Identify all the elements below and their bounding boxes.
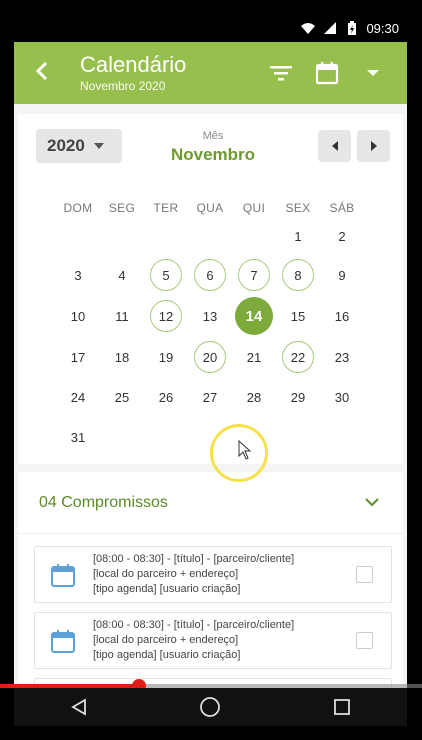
app-bar-titles: Calendário Novembro 2020 — [70, 52, 269, 94]
calendar-day[interactable]: 24 — [62, 381, 94, 413]
calendar-day[interactable]: 22 — [282, 341, 314, 373]
nav-home-icon[interactable] — [199, 696, 221, 718]
calendar-day[interactable]: 7 — [238, 259, 270, 291]
signal-icon — [324, 22, 337, 34]
back-arrow-icon[interactable] — [14, 58, 70, 88]
status-time: 09:30 — [366, 20, 399, 36]
calendar-day[interactable]: 21 — [238, 341, 270, 373]
calendar-day[interactable]: 13 — [194, 300, 226, 332]
android-nav-bar — [14, 688, 407, 726]
agenda-item-line3: [tipo agenda] [usuario criação] — [93, 649, 241, 661]
agenda-item-line1: [08:00 - 08:30] - [título] - [parceiro/c… — [93, 619, 295, 631]
agenda-item-line3: [tipo agenda] [usuario criação] — [93, 583, 241, 595]
calendar-day[interactable]: 6 — [194, 259, 226, 291]
calendar-icon — [51, 563, 75, 587]
agenda-item[interactable]: [08:00 - 08:30] - [título] - [parceiro/c… — [34, 546, 392, 603]
phone-screen: 09:30 Calendário Novembro 2020 2020 Mês … — [14, 14, 407, 726]
calendar-icon[interactable] — [315, 61, 339, 85]
agenda-item-text: [08:00 - 08:30] - [título] - [parceiro/c… — [93, 552, 356, 597]
agenda-item-text: [08:00 - 08:30] - [título] - [parceiro/c… — [93, 618, 356, 663]
calendar-day[interactable]: 23 — [326, 341, 358, 373]
calendar-day[interactable]: 26 — [150, 381, 182, 413]
page-title: Calendário — [80, 52, 187, 77]
agenda-item-line1: [08:00 - 08:30] - [título] - [parceiro/c… — [93, 553, 295, 565]
calendar-day[interactable]: 1 — [282, 220, 314, 252]
dropdown-caret-icon[interactable] — [361, 61, 385, 85]
calendar-day[interactable]: 4 — [106, 259, 138, 291]
calendar-day[interactable]: 2 — [326, 220, 358, 252]
agenda-item-line2: [local do parceiro + endereço] — [93, 568, 239, 580]
calendar-day[interactable]: 19 — [150, 341, 182, 373]
calendar-day[interactable]: 25 — [106, 381, 138, 413]
agenda-item-checkbox[interactable] — [356, 632, 373, 649]
calendar-day[interactable]: 16 — [326, 300, 358, 332]
wifi-icon — [301, 23, 316, 34]
app-bar-actions — [269, 61, 407, 85]
calendar-day[interactable]: 17 — [62, 341, 94, 373]
calendar-day[interactable]: 30 — [326, 381, 358, 413]
calendar-day[interactable]: 8 — [282, 259, 314, 291]
status-bar: 09:30 — [14, 14, 407, 42]
calendar-day[interactable]: 28 — [238, 381, 270, 413]
agenda-header[interactable]: 04 Compromissos — [18, 472, 403, 534]
calendar-day[interactable]: 5 — [150, 259, 182, 291]
filter-icon[interactable] — [269, 61, 293, 85]
agenda-item-checkbox[interactable] — [356, 566, 373, 583]
calendar-day[interactable]: 29 — [282, 381, 314, 413]
calendar-day[interactable]: 15 — [282, 300, 314, 332]
agenda-item-line2: [local do parceiro + endereço] — [93, 634, 239, 646]
calendar-day[interactable]: 12 — [150, 300, 182, 332]
calendar-card: 2020 Mês Novembro DOM SEG TER QUA QUI SEX SÁB … — [18, 114, 403, 464]
pointer-cursor-icon — [238, 440, 252, 460]
calendar-day-selected[interactable]: 14 — [235, 297, 273, 335]
calendar-day[interactable]: 31 — [62, 421, 94, 453]
day-grid: 1 2 3 4 5 6 7 8 9 10 11 12 13 14 15 16 17 18 19 20 21 22 23 24 2… — [18, 114, 403, 464]
app-bar: Calendário Novembro 2020 — [14, 42, 407, 104]
calendar-icon — [51, 629, 75, 653]
calendar-day[interactable]: 10 — [62, 300, 94, 332]
agenda-item[interactable]: [08:00 - 08:30] - [título] - [parceiro/c… — [34, 612, 392, 669]
agenda-count-label: 04 Compromissos — [39, 493, 168, 511]
page-subtitle: Novembro 2020 — [80, 79, 166, 93]
calendar-day[interactable]: 18 — [106, 341, 138, 373]
calendar-day[interactable]: 9 — [326, 259, 358, 291]
nav-recents-icon[interactable] — [333, 698, 351, 716]
battery-icon — [348, 21, 357, 35]
calendar-day[interactable]: 11 — [106, 300, 138, 332]
calendar-day[interactable]: 20 — [194, 341, 226, 373]
nav-back-icon[interactable] — [70, 698, 88, 716]
calendar-day[interactable]: 27 — [194, 381, 226, 413]
calendar-day[interactable]: 3 — [62, 259, 94, 291]
chevron-down-icon[interactable] — [365, 498, 379, 507]
